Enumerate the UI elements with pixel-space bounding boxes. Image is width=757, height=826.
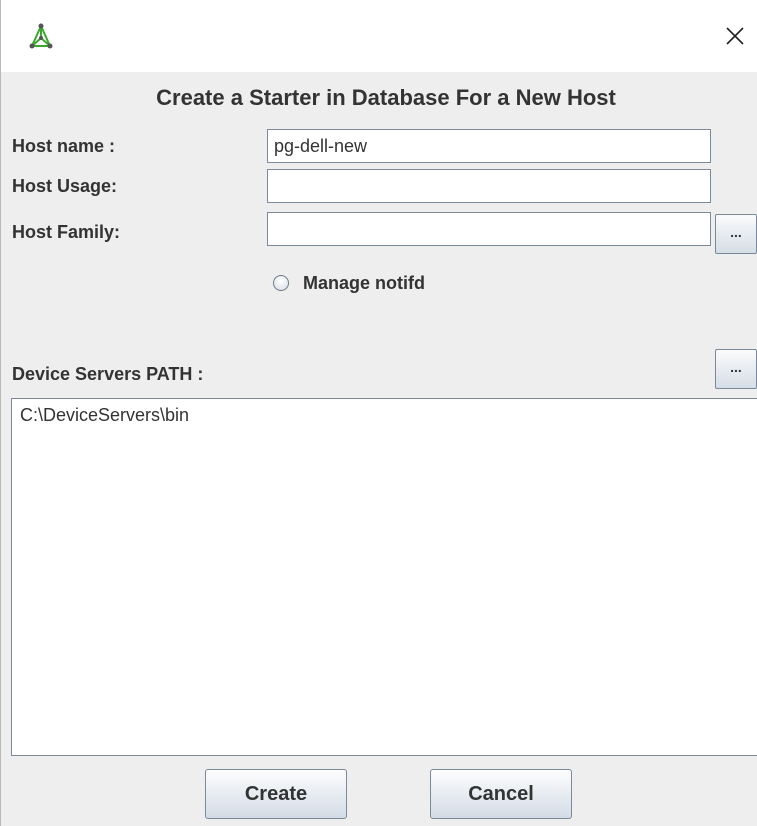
close-icon[interactable]: [719, 20, 751, 52]
manage-notifd-option[interactable]: Manage notifd: [273, 270, 425, 296]
device-servers-path-textarea[interactable]: C:\DeviceServers\bin: [11, 398, 757, 756]
starter-app-icon: [29, 23, 53, 49]
manage-notifd-radio[interactable]: [273, 275, 289, 291]
host-name-label: Host name :: [12, 136, 116, 156]
device-servers-path-label: Device Servers PATH :: [12, 364, 204, 384]
host-name-input[interactable]: [267, 129, 711, 163]
create-button[interactable]: Create: [205, 769, 347, 819]
title-bar: [1, 0, 757, 72]
dialog-title: Create a Starter in Database For a New H…: [156, 85, 616, 110]
create-starter-dialog: Create a Starter in Database For a New H…: [0, 0, 757, 826]
device-servers-path-browse-button[interactable]: ...: [715, 349, 757, 389]
host-family-input[interactable]: [267, 212, 711, 246]
host-family-label: Host Family:: [12, 222, 121, 242]
host-usage-input[interactable]: [267, 169, 711, 203]
cancel-button[interactable]: Cancel: [430, 769, 572, 819]
host-family-browse-button[interactable]: ...: [715, 214, 757, 254]
host-usage-label: Host Usage:: [12, 176, 118, 196]
manage-notifd-label: Manage notifd: [303, 272, 425, 293]
